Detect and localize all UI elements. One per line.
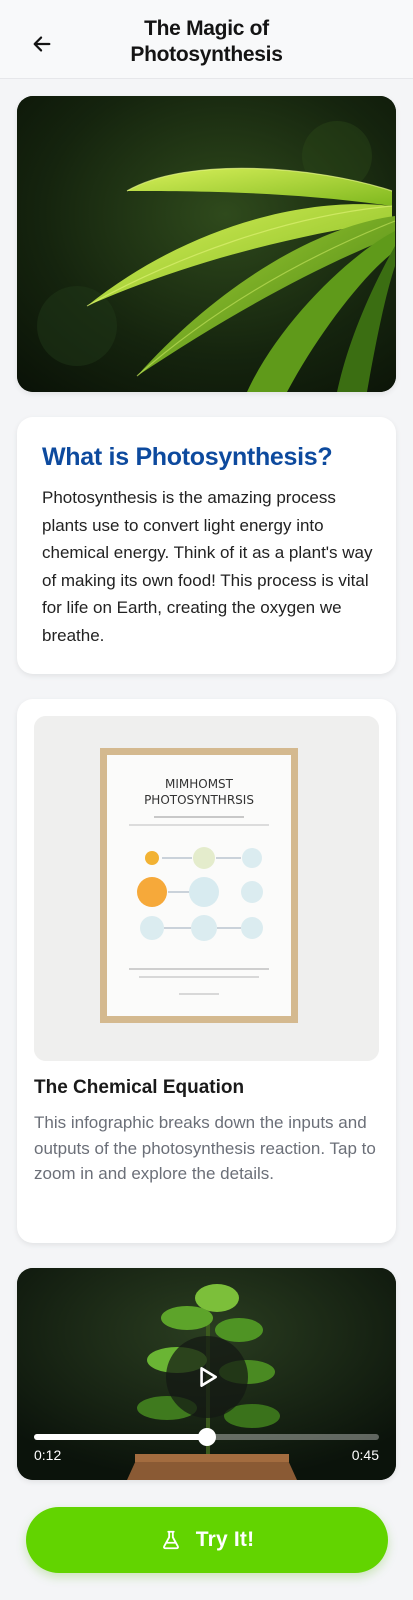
page-title: The Magic of Photosynthesis [130, 17, 283, 66]
try-it-button[interactable]: Try It! [26, 1507, 388, 1573]
intro-title: What is Photosynthesis? [42, 443, 333, 471]
video-scrubber-handle[interactable] [197, 1428, 216, 1446]
intro-card: What is Photosynthesis? Photosynthesis i… [17, 417, 396, 674]
video-progress-fill [34, 1434, 207, 1440]
infographic-description: This infographic breaks down the inputs … [34, 1113, 376, 1183]
app-header: The Magic of Photosynthesis [0, 0, 413, 79]
video-current-time: 0:12 [34, 1447, 62, 1463]
flask-icon [162, 1530, 179, 1550]
play-button[interactable] [166, 1336, 248, 1418]
hero-image [17, 96, 396, 392]
infographic-card[interactable]: MIMHOMST PHOTOSYNTHRSIS The Chemical Equ… [17, 699, 396, 1243]
poster-title-line2: PHOTOSYNTHRSIS [144, 793, 254, 807]
intro-body: Photosynthesis is the amazing process pl… [42, 488, 373, 645]
video-progress-bar[interactable] [34, 1428, 379, 1446]
infographic-image[interactable]: MIMHOMST PHOTOSYNTHRSIS [34, 716, 379, 1061]
infographic-title: The Chemical Equation [34, 1077, 245, 1098]
video-total-time: 0:45 [351, 1447, 379, 1463]
poster-title-line1: MIMHOMST [165, 777, 234, 791]
arrow-left-icon [33, 36, 51, 52]
try-it-label: Try It! [195, 1528, 255, 1551]
back-button[interactable] [22, 24, 62, 64]
play-icon [200, 1367, 217, 1387]
